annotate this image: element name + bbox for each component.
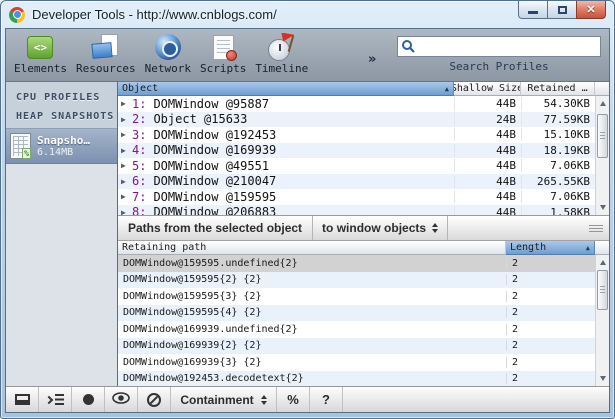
paths-target-dropdown[interactable]: to window objects xyxy=(313,221,447,235)
column-header-length[interactable]: Length ▲ xyxy=(506,241,595,255)
table-row[interactable]: ▶4:DOMWindow @169939 44B18.19KB xyxy=(118,143,595,159)
disclosure-triangle-icon[interactable]: ▶ xyxy=(121,192,132,201)
help-button[interactable]: ? xyxy=(310,387,343,412)
sort-ascending-icon: ▲ xyxy=(445,85,449,93)
column-header-retained[interactable]: Retained … xyxy=(521,82,595,96)
paths-bar: Paths from the selected object to window… xyxy=(118,215,609,241)
clear-button[interactable] xyxy=(138,387,171,412)
elements-icon xyxy=(25,32,55,62)
record-button[interactable] xyxy=(72,387,105,412)
disclosure-triangle-icon[interactable]: ▶ xyxy=(121,208,132,215)
timeline-icon xyxy=(267,32,297,62)
snapshot-icon: % xyxy=(10,133,31,159)
profiles-sidebar: CPU PROFILES HEAP SNAPSHOTS % Snapsho… 6… xyxy=(6,82,118,386)
overflow-chevron-icon[interactable]: » xyxy=(368,52,376,67)
inspect-button[interactable] xyxy=(105,387,138,412)
path-row[interactable]: DOMWindow@159595{2} {2}2 xyxy=(118,272,595,289)
table-row[interactable]: ▶5:DOMWindow @49551 44B7.06KB xyxy=(118,158,595,174)
paths-table-scrollbar[interactable] xyxy=(595,255,609,386)
resources-icon xyxy=(91,32,121,62)
disclosure-triangle-icon[interactable]: ▶ xyxy=(121,130,132,139)
dropdown-arrows-icon xyxy=(432,223,438,233)
table-row[interactable]: ▶3:DOMWindow @192453 44B15.10KB xyxy=(118,127,595,143)
table-row[interactable]: ▶8:DOMWindow @206883 44B1.58KB xyxy=(118,205,595,216)
table-row[interactable]: ▶2:Object @15633 24B77.59KB xyxy=(118,112,595,128)
view-mode-dropdown[interactable]: Containment xyxy=(171,387,277,412)
maximize-icon xyxy=(558,6,567,14)
path-row[interactable]: DOMWindow@169939{3} {2}2 xyxy=(118,354,595,371)
retaining-paths-table: DOMWindow@159595.undefined{2}2 DOMWindow… xyxy=(118,255,609,386)
status-toolbar: Containment % ? xyxy=(6,386,609,412)
snapshot-title: Snapsho… xyxy=(37,134,90,147)
titlebar[interactable]: Developer Tools - http://www.cnblogs.com… xyxy=(1,1,614,28)
panel-toolbar: Elements Resources Network Scripts Timel… xyxy=(6,29,609,82)
path-row[interactable]: DOMWindow@169939{2} {2}2 xyxy=(118,338,595,355)
console-button[interactable] xyxy=(39,387,72,412)
column-header-object[interactable]: Object ▲ xyxy=(118,82,454,96)
disclosure-triangle-icon[interactable]: ▶ xyxy=(121,177,132,186)
disclosure-triangle-icon[interactable]: ▶ xyxy=(121,146,132,155)
object-table-scrollbar[interactable] xyxy=(595,96,609,215)
scroll-up-icon[interactable] xyxy=(596,97,609,110)
tab-scripts[interactable]: Scripts xyxy=(200,29,246,81)
search-icon xyxy=(401,39,415,58)
column-header-shallow-size[interactable]: Shallow Size xyxy=(454,82,521,96)
scroll-down-icon[interactable] xyxy=(596,201,609,214)
tab-network[interactable]: Network xyxy=(145,29,191,81)
section-heap-snapshots: HEAP SNAPSHOTS xyxy=(6,107,117,126)
column-header-retaining-path[interactable]: Retaining path xyxy=(118,241,506,255)
scrollbar-thumb[interactable] xyxy=(597,270,608,310)
devtools-window: Developer Tools - http://www.cnblogs.com… xyxy=(0,0,615,419)
path-row[interactable]: DOMWindow@169939.undefined{2}2 xyxy=(118,321,595,338)
paths-bar-title: Paths from the selected object xyxy=(118,221,312,235)
scroll-up-icon[interactable] xyxy=(596,256,609,269)
tab-elements[interactable]: Elements xyxy=(14,29,67,81)
disclosure-triangle-icon[interactable]: ▶ xyxy=(121,115,132,124)
scroll-down-icon[interactable] xyxy=(596,372,609,385)
maximize-button[interactable] xyxy=(547,1,577,19)
disclosure-triangle-icon[interactable]: ▶ xyxy=(121,161,132,170)
record-icon xyxy=(83,394,94,405)
search-label: Search Profiles xyxy=(449,60,548,73)
table-row[interactable]: ▶1:DOMWindow @95887 44B54.30KB xyxy=(118,96,595,112)
splitter-grip[interactable] xyxy=(589,225,603,232)
tab-resources[interactable]: Resources xyxy=(76,29,136,81)
chrome-logo-icon xyxy=(9,7,25,23)
snapshot-size: 6.14MB xyxy=(37,147,90,158)
path-row[interactable]: DOMWindow@192453.decodetext{2}2 xyxy=(118,371,595,387)
search-input[interactable] xyxy=(397,36,601,57)
window-title: Developer Tools - http://www.cnblogs.com… xyxy=(32,7,277,22)
eye-icon xyxy=(112,391,130,409)
path-row[interactable]: DOMWindow@159595{3} {2}2 xyxy=(118,288,595,305)
table-row[interactable]: ▶7:DOMWindow @159595 44B7.06KB xyxy=(118,189,595,205)
sort-ascending-icon: ▲ xyxy=(586,244,590,252)
disclosure-triangle-icon[interactable]: ▶ xyxy=(121,99,132,108)
dropdown-arrows-icon xyxy=(261,395,267,405)
dock-button[interactable] xyxy=(6,387,39,412)
minimize-button[interactable] xyxy=(518,1,548,19)
section-cpu-profiles: CPU PROFILES xyxy=(6,88,117,107)
block-icon xyxy=(147,393,161,407)
devtools-content: Elements Resources Network Scripts Timel… xyxy=(5,28,610,413)
search-area: Search Profiles xyxy=(397,36,601,73)
scripts-icon xyxy=(208,32,238,62)
table-row[interactable]: ▶6:DOMWindow @210047 44B265.55KB xyxy=(118,174,595,190)
path-row[interactable]: DOMWindow@159595{4} {2}2 xyxy=(118,305,595,322)
console-icon xyxy=(46,394,64,405)
path-row-selected[interactable]: DOMWindow@159595.undefined{2}2 xyxy=(118,255,595,272)
dock-icon xyxy=(15,394,30,405)
tab-timeline[interactable]: Timeline xyxy=(255,29,308,81)
sidebar-item-snapshot[interactable]: % Snapsho… 6.14MB xyxy=(6,128,117,164)
window-controls: ✕ xyxy=(519,1,606,19)
heap-object-table: Object ▲ Shallow Size Retained … xyxy=(118,82,609,215)
percent-button[interactable]: % xyxy=(277,387,310,412)
scrollbar-thumb[interactable] xyxy=(597,114,608,158)
network-icon xyxy=(153,32,183,62)
close-button[interactable]: ✕ xyxy=(576,1,606,19)
minimize-icon xyxy=(528,11,538,14)
